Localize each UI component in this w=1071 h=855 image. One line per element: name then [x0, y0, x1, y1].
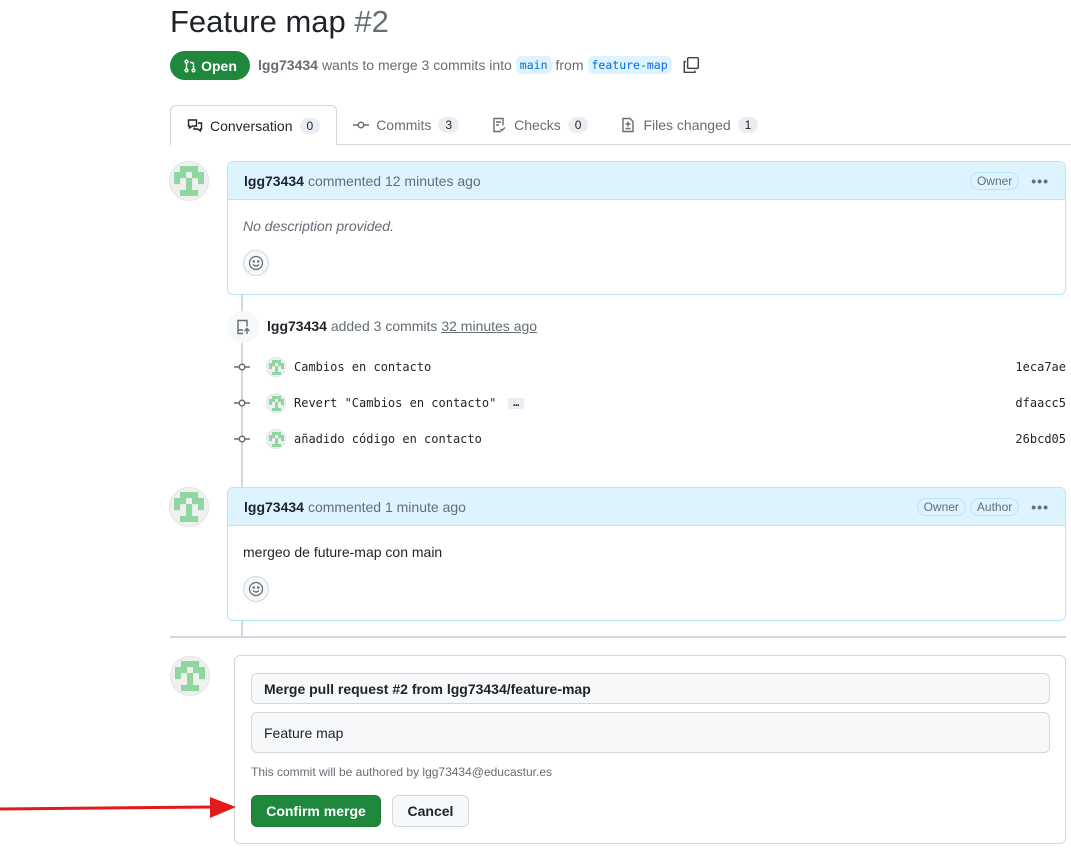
commit-message-link[interactable]: Cambios en contacto	[294, 360, 431, 374]
commit-row: Revert "Cambios en contacto" … dfaacc5	[234, 393, 1066, 413]
smiley-icon	[248, 581, 264, 597]
comment-body: No description provided.	[243, 218, 394, 234]
owner-label: Owner	[969, 171, 1020, 190]
status-text: Open	[201, 57, 237, 74]
git-commit-icon	[234, 399, 250, 407]
pr-title: Feature map	[170, 4, 346, 39]
tab-count: 0	[299, 117, 321, 134]
author-link[interactable]: lgg73434	[258, 57, 318, 73]
base-branch[interactable]: main	[515, 56, 552, 74]
timeline-divider	[170, 636, 1066, 638]
author-label: Author	[969, 497, 1020, 516]
commits-event: lgg73434 added 3 commits 32 minutes ago	[267, 318, 537, 334]
git-pull-request-icon	[184, 59, 196, 72]
commit-message-link[interactable]: Revert "Cambios en contacto"	[294, 396, 496, 410]
commit-sha-link[interactable]: 26bcd05	[1015, 432, 1066, 446]
avatar[interactable]	[169, 161, 209, 201]
identicon-icon	[174, 492, 204, 522]
head-branch[interactable]: feature-map	[587, 56, 672, 74]
avatar[interactable]	[169, 487, 209, 527]
from-text: from	[555, 57, 584, 73]
identicon-icon	[268, 395, 284, 411]
event-text: added 3 commits	[330, 318, 438, 334]
status-badge: Open	[170, 51, 250, 80]
avatar[interactable]	[266, 357, 286, 377]
copy-icon[interactable]	[682, 56, 700, 74]
merge-form: Merge pull request #2 from lgg73434/feat…	[234, 655, 1066, 844]
merge-summary: wants to merge 3 commits into	[321, 57, 512, 73]
kebab-menu-icon[interactable]: •••	[1031, 499, 1049, 515]
commit-body-textarea[interactable]: Feature map	[251, 712, 1050, 753]
commit-title-input[interactable]: Merge pull request #2 from lgg73434/feat…	[251, 673, 1050, 704]
checklist-icon	[493, 117, 506, 133]
avatar[interactable]	[266, 429, 286, 449]
pr-tabs: Conversation 0 Commits 3 Checks 0 Files cha…	[170, 105, 1071, 146]
author-note: This commit will be authored by lgg73434…	[251, 765, 553, 779]
expand-commit-button[interactable]: …	[508, 397, 525, 409]
kebab-menu-icon[interactable]: •••	[1031, 173, 1049, 189]
pr-number: #2	[354, 4, 389, 39]
comment-header: lgg73434 commented 1 minute ago Owner Au…	[228, 488, 1065, 526]
avatar[interactable]	[170, 656, 210, 696]
comment-author[interactable]: lgg73434	[244, 173, 304, 189]
owner-label: Owner	[916, 497, 966, 516]
page-title: Feature map #2	[170, 4, 389, 40]
tab-label: Files changed	[643, 117, 731, 133]
git-commit-icon	[353, 121, 370, 129]
add-reaction-button[interactable]	[243, 576, 269, 602]
tab-count: 1	[737, 117, 759, 133]
commit-message-link[interactable]: añadido código en contacto	[294, 432, 482, 446]
tab-conversation[interactable]: Conversation 0	[170, 105, 338, 146]
tab-label: Commits	[376, 117, 432, 133]
comment-time[interactable]: commented 12 minutes ago	[308, 173, 481, 189]
identicon-icon	[175, 661, 205, 691]
tab-checks[interactable]: Checks 0	[475, 105, 604, 145]
commit-row: añadido código en contacto 26bcd05	[234, 429, 1066, 449]
annotation-arrow	[0, 797, 236, 818]
tab-count: 0	[567, 117, 589, 133]
identicon-icon	[174, 166, 204, 196]
tab-files-changed[interactable]: Files changed 1	[604, 105, 774, 145]
event-author[interactable]: lgg73434	[267, 318, 327, 334]
avatar[interactable]	[266, 393, 286, 413]
comment-body: mergeo de future-map con main	[243, 544, 443, 560]
comment-time[interactable]: commented 1 minute ago	[308, 499, 466, 515]
comment-discussion-icon	[187, 118, 203, 132]
tab-label: Checks	[514, 117, 561, 133]
comment-box: lgg73434 commented 12 minutes ago Owner …	[227, 161, 1066, 295]
event-time-link[interactable]: 32 minutes ago	[441, 318, 537, 334]
commit-sha-link[interactable]: dfaacc5	[1015, 396, 1066, 410]
confirm-merge-button[interactable]: Confirm merge	[251, 795, 381, 827]
comment-author[interactable]: lgg73434	[244, 499, 304, 515]
tab-count: 3	[438, 117, 460, 133]
commit-sha-link[interactable]: 1eca7ae	[1015, 360, 1066, 374]
commit-row: Cambios en contacto 1eca7ae	[234, 357, 1066, 377]
file-diff-icon	[622, 117, 635, 133]
cancel-button[interactable]: Cancel	[392, 795, 469, 827]
identicon-icon	[268, 359, 284, 375]
identicon-icon	[268, 431, 284, 447]
repo-push-icon	[227, 311, 259, 343]
comment-box: lgg73434 commented 1 minute ago Owner Au…	[227, 487, 1066, 621]
add-reaction-button[interactable]	[243, 250, 269, 276]
comment-header: lgg73434 commented 12 minutes ago Owner …	[228, 162, 1065, 200]
tab-label: Conversation	[210, 117, 293, 134]
smiley-icon	[248, 255, 264, 271]
git-commit-icon	[234, 435, 250, 443]
tab-commits[interactable]: Commits 3	[337, 105, 475, 145]
git-commit-icon	[234, 363, 250, 371]
pr-meta: lgg73434 wants to merge 3 commits into m…	[258, 56, 700, 74]
